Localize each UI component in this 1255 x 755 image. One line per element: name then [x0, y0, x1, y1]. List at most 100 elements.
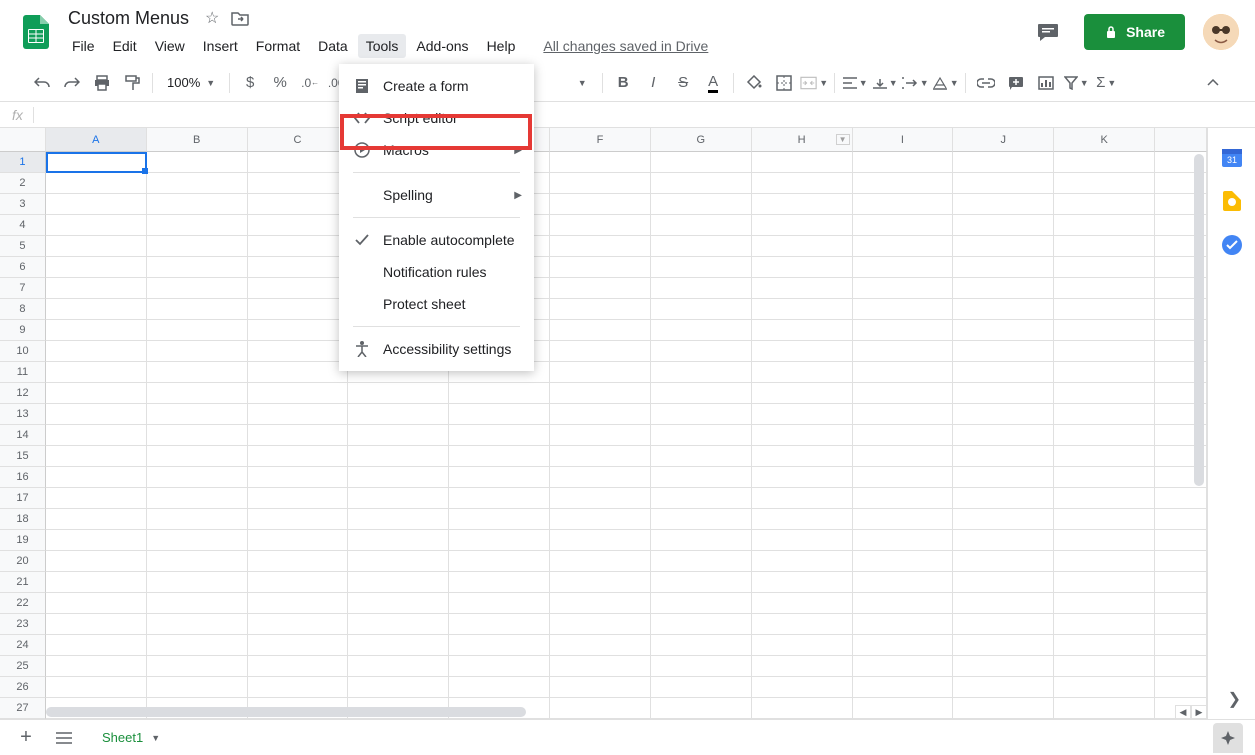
row-header-21[interactable]: 21 — [0, 572, 46, 593]
row-header-23[interactable]: 23 — [0, 614, 46, 635]
cell[interactable] — [651, 404, 752, 425]
cell[interactable] — [248, 677, 349, 698]
cell[interactable] — [248, 551, 349, 572]
row-header-24[interactable]: 24 — [0, 635, 46, 656]
text-rotation-button[interactable]: ▼ — [931, 69, 959, 97]
column-header-C[interactable]: C — [248, 128, 349, 152]
row-header-1[interactable]: 1 — [0, 152, 46, 173]
cell[interactable] — [853, 656, 954, 677]
cell[interactable] — [46, 572, 147, 593]
cell[interactable] — [651, 446, 752, 467]
cell[interactable] — [348, 509, 449, 530]
cell[interactable] — [550, 299, 651, 320]
cell[interactable] — [248, 173, 349, 194]
cell[interactable] — [46, 425, 147, 446]
scroll-left-button[interactable]: ◀ — [1175, 705, 1191, 719]
cell[interactable] — [752, 173, 853, 194]
cell[interactable] — [348, 467, 449, 488]
cell[interactable] — [651, 362, 752, 383]
cell[interactable] — [853, 572, 954, 593]
cell[interactable] — [147, 614, 248, 635]
cell[interactable] — [46, 152, 147, 173]
cell[interactable] — [46, 509, 147, 530]
cell[interactable] — [147, 425, 248, 446]
text-color-button[interactable]: A — [699, 69, 727, 97]
cell[interactable] — [853, 320, 954, 341]
cell[interactable] — [953, 341, 1054, 362]
row-header-27[interactable]: 27 — [0, 698, 46, 719]
cell[interactable] — [449, 572, 550, 593]
cell[interactable] — [550, 656, 651, 677]
cell[interactable] — [348, 551, 449, 572]
text-wrap-button[interactable]: ▼ — [901, 69, 929, 97]
cell[interactable] — [953, 530, 1054, 551]
cell[interactable] — [752, 404, 853, 425]
cell[interactable] — [1054, 467, 1155, 488]
undo-button[interactable] — [28, 69, 56, 97]
cell[interactable] — [651, 341, 752, 362]
borders-button[interactable] — [770, 69, 798, 97]
cell[interactable] — [651, 257, 752, 278]
cell[interactable] — [953, 446, 1054, 467]
cell[interactable] — [46, 236, 147, 257]
paint-format-button[interactable] — [118, 69, 146, 97]
cell[interactable] — [248, 257, 349, 278]
menu-item-protect-sheet[interactable]: Protect sheet — [339, 288, 534, 320]
cell[interactable] — [651, 656, 752, 677]
cell[interactable] — [348, 488, 449, 509]
strikethrough-button[interactable]: S — [669, 69, 697, 97]
cell[interactable] — [953, 215, 1054, 236]
cell[interactable] — [449, 446, 550, 467]
cell[interactable] — [752, 215, 853, 236]
font-size-dropdown[interactable]: ▼ — [568, 69, 596, 97]
cell[interactable] — [853, 467, 954, 488]
horizontal-scrollbar[interactable] — [46, 705, 1189, 719]
menu-edit[interactable]: Edit — [105, 34, 145, 58]
cell[interactable] — [853, 614, 954, 635]
cell[interactable] — [348, 656, 449, 677]
cell[interactable] — [449, 635, 550, 656]
cell[interactable] — [953, 593, 1054, 614]
cell[interactable] — [853, 551, 954, 572]
row-header-2[interactable]: 2 — [0, 173, 46, 194]
cell[interactable] — [46, 173, 147, 194]
cell[interactable] — [449, 488, 550, 509]
cell[interactable] — [550, 320, 651, 341]
cell[interactable] — [147, 551, 248, 572]
sheets-logo[interactable] — [16, 12, 56, 52]
menu-format[interactable]: Format — [248, 34, 308, 58]
share-button[interactable]: Share — [1084, 14, 1185, 50]
row-header-13[interactable]: 13 — [0, 404, 46, 425]
cell[interactable] — [348, 635, 449, 656]
cell[interactable] — [550, 677, 651, 698]
explore-button[interactable] — [1213, 723, 1243, 753]
cell[interactable] — [46, 446, 147, 467]
row-header-11[interactable]: 11 — [0, 362, 46, 383]
cell[interactable] — [147, 677, 248, 698]
sheet-tab[interactable]: Sheet1▼ — [88, 724, 174, 751]
column-header-K[interactable]: K — [1054, 128, 1155, 152]
cell[interactable] — [248, 236, 349, 257]
cell[interactable] — [651, 278, 752, 299]
cell[interactable] — [248, 425, 349, 446]
cell[interactable] — [550, 635, 651, 656]
cell[interactable] — [46, 488, 147, 509]
cell[interactable] — [752, 614, 853, 635]
cell[interactable] — [1054, 551, 1155, 572]
cell[interactable] — [752, 320, 853, 341]
cell[interactable] — [953, 278, 1054, 299]
menu-item-enable-autocomplete[interactable]: Enable autocomplete — [339, 224, 534, 256]
cell[interactable] — [550, 236, 651, 257]
cell[interactable] — [147, 257, 248, 278]
cell[interactable] — [550, 383, 651, 404]
add-sheet-button[interactable]: + — [12, 724, 40, 752]
cell[interactable] — [651, 677, 752, 698]
cell[interactable] — [651, 530, 752, 551]
print-button[interactable] — [88, 69, 116, 97]
cell[interactable] — [449, 425, 550, 446]
cell[interactable] — [147, 509, 248, 530]
cell[interactable] — [1054, 320, 1155, 341]
menu-help[interactable]: Help — [479, 34, 524, 58]
cell[interactable] — [550, 551, 651, 572]
cell[interactable] — [853, 383, 954, 404]
